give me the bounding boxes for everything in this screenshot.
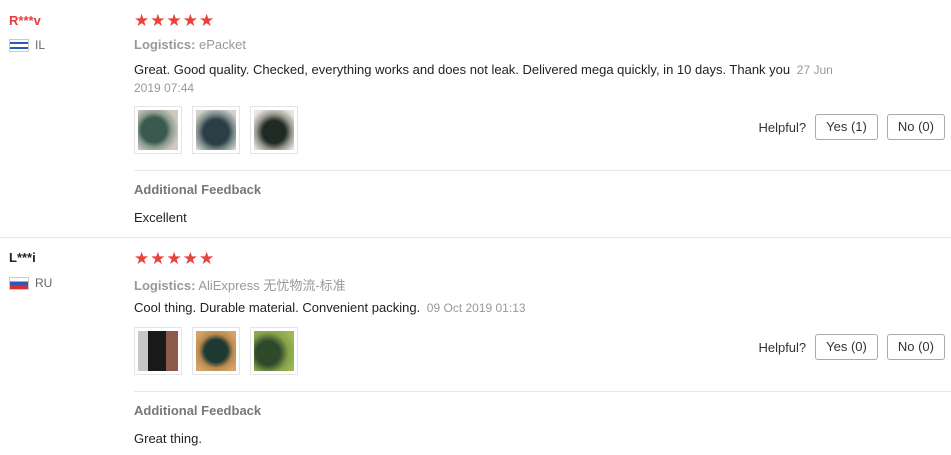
helpful-no-button[interactable]: No (0) xyxy=(886,114,945,140)
star-rating: ★★★★★ xyxy=(134,249,216,268)
review-text: Cool thing. Durable material. Convenient… xyxy=(134,299,834,317)
helpful-no-button[interactable]: No (0) xyxy=(886,334,945,360)
additional-feedback-title: Additional Feedback xyxy=(134,403,262,418)
review-photo-thumbnail[interactable] xyxy=(192,327,240,375)
helpful-label: Helpful? xyxy=(758,339,807,355)
additional-feedback-title: Additional Feedback xyxy=(134,182,262,197)
logistics-info: Logistics: ePacket xyxy=(134,37,246,52)
review-photo-thumbnail[interactable] xyxy=(250,106,298,154)
helpful-yes-button[interactable]: Yes (0) xyxy=(815,334,878,360)
bag-photo-icon xyxy=(138,110,178,150)
bag-photo-icon xyxy=(254,331,294,371)
review-photo-thumbnail[interactable] xyxy=(250,327,298,375)
country-code: IL xyxy=(35,38,46,52)
bag-photo-icon xyxy=(138,331,178,371)
logistics-value: ePacket xyxy=(199,37,247,52)
reviewer-country: RU xyxy=(9,276,52,290)
review-item: L***i RU ★★★★★ Logistics: AliExpress 无忧物… xyxy=(0,238,951,455)
review-date: 09 Oct 2019 01:13 xyxy=(426,301,526,315)
review-photos xyxy=(134,327,298,375)
review-photo-thumbnail[interactable] xyxy=(134,327,182,375)
divider xyxy=(134,391,951,392)
review-photos xyxy=(134,106,298,154)
logistics-label: Logistics: xyxy=(134,37,196,52)
helpful-vote: Helpful? Yes (1) No (0) xyxy=(758,114,945,140)
helpful-label: Helpful? xyxy=(758,119,807,135)
helpful-yes-button[interactable]: Yes (1) xyxy=(815,114,878,140)
review-photo-thumbnail[interactable] xyxy=(192,106,240,154)
israel-flag-icon xyxy=(9,38,29,52)
logistics-label: Logistics: xyxy=(134,278,196,293)
reviewer-country: IL xyxy=(9,38,45,52)
helpful-vote: Helpful? Yes (0) No (0) xyxy=(758,334,945,360)
review-item: R***v IL ★★★★★ Logistics: ePacket Great.… xyxy=(0,0,951,238)
bag-photo-icon xyxy=(254,110,294,150)
logistics-value: AliExpress 无忧物流-标准 xyxy=(198,278,346,293)
country-code: RU xyxy=(35,276,53,290)
additional-feedback-text: Great thing. xyxy=(134,431,202,446)
russia-flag-icon xyxy=(9,276,29,290)
review-body: Great. Good quality. Checked, everything… xyxy=(134,62,791,77)
reviewer-name: R***v xyxy=(9,13,41,28)
divider xyxy=(134,170,951,171)
review-body: Cool thing. Durable material. Convenient… xyxy=(134,300,421,315)
star-rating: ★★★★★ xyxy=(134,11,216,30)
bag-photo-icon xyxy=(196,331,236,371)
additional-feedback-text: Excellent xyxy=(134,210,187,225)
review-photo-thumbnail[interactable] xyxy=(134,106,182,154)
bag-photo-icon xyxy=(196,110,236,150)
logistics-info: Logistics: AliExpress 无忧物流-标准 xyxy=(134,275,346,294)
reviewer-name: L***i xyxy=(9,250,36,265)
review-text: Great. Good quality. Checked, everything… xyxy=(134,61,834,97)
